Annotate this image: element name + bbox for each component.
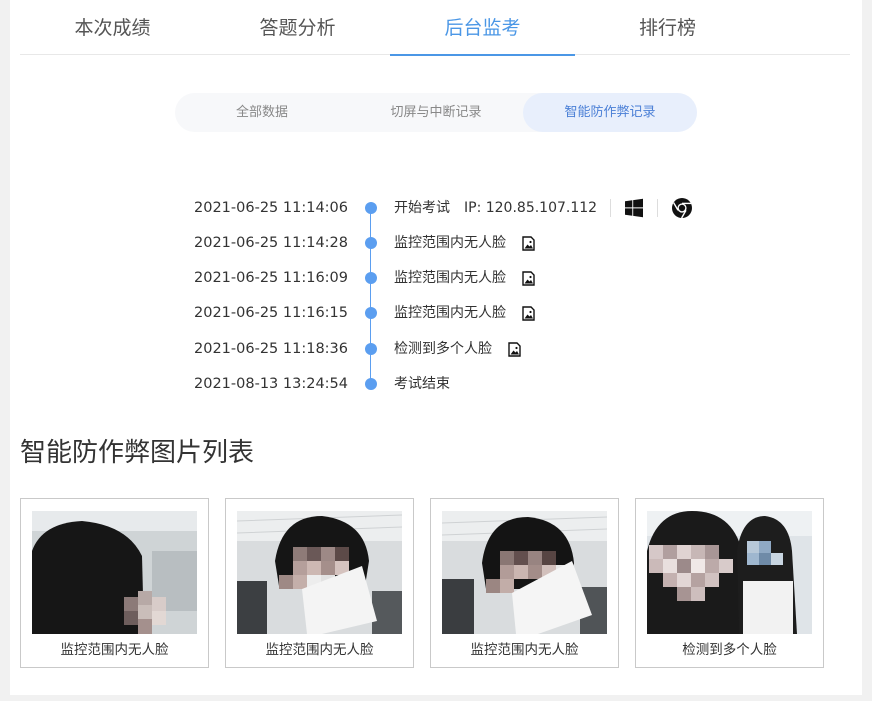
timeline-row: 2021-06-25 11:18:36 检测到多个人脸 <box>10 337 862 361</box>
timeline-dot <box>365 307 377 319</box>
tab-proctoring[interactable]: 后台监考 <box>390 0 575 56</box>
timeline-event-label: 监控范围内无人脸 <box>394 305 506 321</box>
image-icon[interactable] <box>522 270 535 286</box>
snapshot-caption: 检测到多个人脸 <box>682 642 777 658</box>
timeline-time: 2021-08-13 13:24:54 <box>194 376 348 392</box>
ip-address: IP: 120.85.107.112 <box>464 200 598 216</box>
timeline-dot <box>365 272 377 284</box>
gallery-title: 智能防作弊图片列表 <box>20 438 255 468</box>
snapshot-card[interactable]: 监控范围内无人脸 <box>225 498 414 668</box>
sub-tab-switch-records[interactable]: 切屏与中断记录 <box>349 93 523 132</box>
timeline-event-label: 监控范围内无人脸 <box>394 270 506 286</box>
image-icon[interactable] <box>508 341 521 357</box>
record-filter-tabs: 全部数据 切屏与中断记录 智能防作弊记录 <box>175 93 697 132</box>
timeline-row: 2021-08-13 13:24:54 考试结束 <box>10 372 862 396</box>
timeline-row: 2021-06-25 11:14:28 监控范围内无人脸 <box>10 231 862 255</box>
windows-icon <box>624 198 644 218</box>
chrome-icon <box>671 197 693 219</box>
divider <box>657 199 659 217</box>
timeline-time: 2021-06-25 11:14:06 <box>194 200 348 216</box>
snapshot-caption: 监控范围内无人脸 <box>265 642 374 658</box>
sub-tab-all-data[interactable]: 全部数据 <box>175 93 349 132</box>
timeline-row: 2021-06-25 11:16:15 监控范围内无人脸 <box>10 301 862 325</box>
timeline-dot <box>365 343 377 355</box>
image-icon[interactable] <box>522 305 535 321</box>
timeline-row: 2021-06-25 11:16:09 监控范围内无人脸 <box>10 266 862 290</box>
timeline-event-label: 开始考试 <box>394 200 450 216</box>
snapshot-image <box>32 511 197 634</box>
tab-score[interactable]: 本次成绩 <box>20 0 205 55</box>
anti-cheat-gallery: 监控范围内无人脸 监控范围内无人脸 监控范围内无人脸 检测到多个人脸 <box>20 498 840 668</box>
timeline-event: 开始考试 IP: 120.85.107.112 <box>394 196 693 220</box>
timeline-event: 监控范围内无人脸 <box>394 301 535 325</box>
snapshot-image <box>442 511 607 634</box>
timeline-event: 检测到多个人脸 <box>394 337 521 361</box>
timeline-event: 考试结束 <box>394 372 450 396</box>
tab-ranking[interactable]: 排行榜 <box>575 0 760 55</box>
snapshot-image <box>237 511 402 634</box>
timeline-event-label: 考试结束 <box>394 376 450 392</box>
timeline-dot <box>365 378 377 390</box>
timeline-event: 监控范围内无人脸 <box>394 231 535 255</box>
tab-answer-analysis[interactable]: 答题分析 <box>205 0 390 55</box>
snapshot-caption: 监控范围内无人脸 <box>470 642 579 658</box>
timeline-time: 2021-06-25 11:16:15 <box>194 305 348 321</box>
snapshot-card[interactable]: 监控范围内无人脸 <box>20 498 209 668</box>
snapshot-card[interactable]: 检测到多个人脸 <box>635 498 824 668</box>
timeline-row: 2021-06-25 11:14:06 开始考试 IP: 120.85.107.… <box>10 196 862 220</box>
timeline-event: 监控范围内无人脸 <box>394 266 535 290</box>
timeline-event-label: 监控范围内无人脸 <box>394 235 506 251</box>
timeline-dot <box>365 237 377 249</box>
timeline-event-label: 检测到多个人脸 <box>394 341 492 357</box>
snapshot-caption: 监控范围内无人脸 <box>60 642 169 658</box>
timeline-time: 2021-06-25 11:18:36 <box>194 341 348 357</box>
timeline-time: 2021-06-25 11:16:09 <box>194 270 348 286</box>
snapshot-card[interactable]: 监控范围内无人脸 <box>430 498 619 668</box>
divider <box>610 199 612 217</box>
timeline-time: 2021-06-25 11:14:28 <box>194 235 348 251</box>
main-panel: 本次成绩 答题分析 后台监考 排行榜 全部数据 切屏与中断记录 智能防作弊记录 … <box>10 0 862 695</box>
snapshot-image <box>647 511 812 634</box>
timeline-dot <box>365 202 377 214</box>
sub-tab-anti-cheat-records[interactable]: 智能防作弊记录 <box>523 93 697 132</box>
top-tab-bar: 本次成绩 答题分析 后台监考 排行榜 <box>20 0 850 56</box>
image-icon[interactable] <box>522 235 535 251</box>
